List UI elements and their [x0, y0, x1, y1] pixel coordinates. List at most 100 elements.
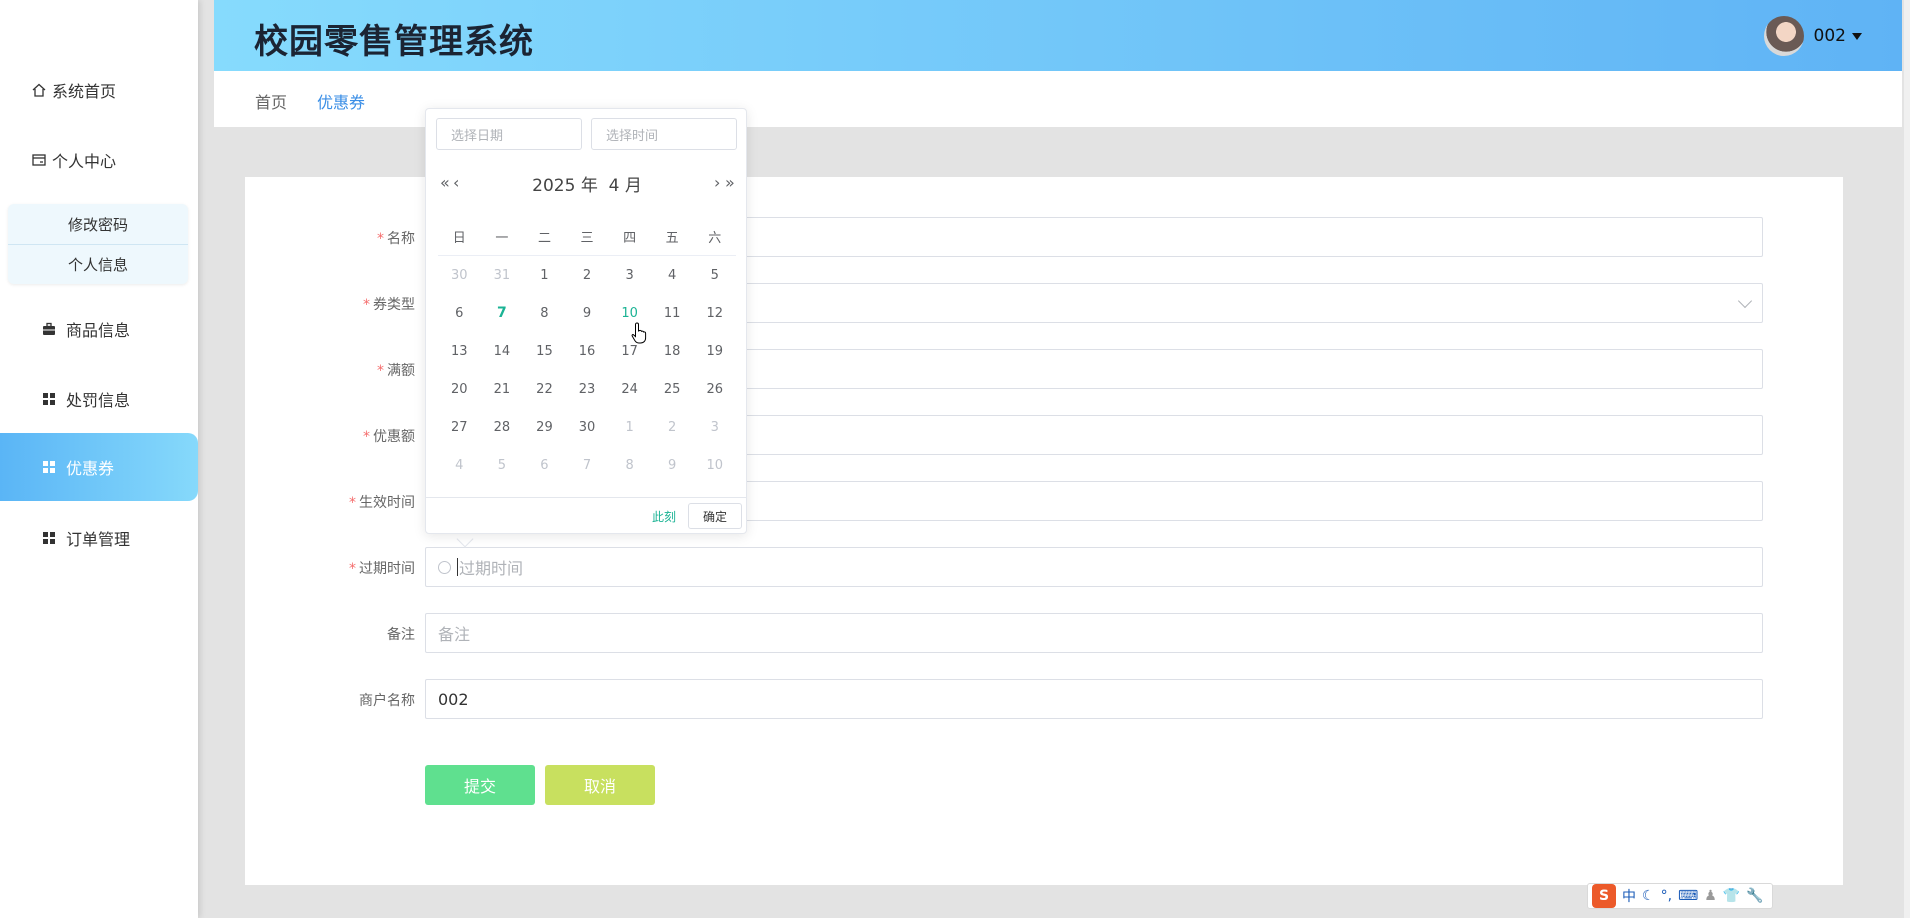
briefcase-icon: [42, 322, 56, 336]
personal-center-submenu: 修改密码 个人信息: [8, 204, 188, 284]
moon-icon[interactable]: ☾: [1642, 888, 1655, 904]
label-discount: * 优惠额: [363, 429, 415, 445]
calendar-day[interactable]: 10: [608, 306, 651, 321]
calendar-week-row: 6 7 8 9 10 11 12: [438, 294, 736, 332]
calendar-day[interactable]: 10: [693, 458, 736, 473]
now-button[interactable]: 此刻: [652, 508, 676, 525]
calendar-day[interactable]: 9: [651, 458, 694, 473]
next-year-button[interactable]: »: [725, 173, 735, 192]
calendar-day[interactable]: 22: [523, 382, 566, 397]
calendar-day[interactable]: 31: [481, 268, 524, 283]
picker-date-input[interactable]: 选择日期: [436, 118, 582, 150]
submenu-item-change-password[interactable]: 修改密码: [8, 204, 188, 244]
calendar-day[interactable]: 1: [608, 420, 651, 435]
date-picker-popover: 选择日期 选择时间 « ‹ 2025 年 4 月 › » 日一二三四五六 30 3…: [425, 108, 747, 534]
calendar-day[interactable]: 28: [481, 420, 524, 435]
calendar-day[interactable]: 15: [523, 344, 566, 359]
calendar-day[interactable]: 19: [693, 344, 736, 359]
calendar-day[interactable]: 18: [651, 344, 694, 359]
calendar-day[interactable]: 8: [608, 458, 651, 473]
label-remark: 备注: [387, 627, 415, 643]
calendar-day[interactable]: 11: [651, 306, 694, 321]
calendar-grid: 日一二三四五六 30 31 1 2 3 4 5 6 7 8 9 10 11 12 13 14 15 16 17 18 1…: [438, 218, 736, 484]
calendar-day[interactable]: 14: [481, 344, 524, 359]
breadcrumb-home[interactable]: 首页: [255, 89, 287, 113]
calendar-day[interactable]: 29: [523, 420, 566, 435]
sidebar-item-coupons[interactable]: 优惠券: [0, 433, 198, 501]
sidebar-item-home[interactable]: 系统首页: [0, 56, 198, 124]
calendar-day[interactable]: 21: [481, 382, 524, 397]
calendar-week-row: 30 31 1 2 3 4 5: [438, 256, 736, 294]
grid-icon: [42, 392, 56, 406]
calendar-day[interactable]: 5: [693, 268, 736, 283]
house-icon: [32, 83, 46, 97]
next-month-button[interactable]: ›: [714, 173, 720, 192]
calendar-day[interactable]: 23: [566, 382, 609, 397]
grid-icon: [42, 531, 56, 545]
calendar-day[interactable]: 12: [693, 306, 736, 321]
calendar-day[interactable]: 7: [566, 458, 609, 473]
sidebar-item-penalty[interactable]: 处罚信息: [0, 365, 198, 433]
sidebar: 系统首页 个人中心 修改密码 个人信息 商品信息 处罚信息 优惠券 订单管理: [0, 0, 198, 918]
calendar-day[interactable]: 25: [651, 382, 694, 397]
sidebar-item-orders[interactable]: 订单管理: [0, 504, 198, 572]
remark-placeholder: 备注: [438, 625, 471, 644]
submenu-item-profile[interactable]: 个人信息: [8, 244, 188, 284]
calendar-day[interactable]: 6: [523, 458, 566, 473]
calendar-day[interactable]: 6: [438, 306, 481, 321]
calendar-day[interactable]: 24: [608, 382, 651, 397]
sidebar-item-personal-center[interactable]: 个人中心: [0, 126, 198, 194]
calendar-day[interactable]: 3: [693, 420, 736, 435]
sidebar-item-label: 优惠券: [66, 459, 115, 478]
sidebar-item-label: 订单管理: [66, 530, 131, 549]
user-menu[interactable]: 002: [1763, 16, 1862, 56]
weekday-label: 四: [623, 231, 637, 246]
wrench-icon[interactable]: 🔧: [1746, 888, 1763, 904]
calendar-day[interactable]: 7: [481, 305, 524, 321]
vertical-scrollbar[interactable]: [1904, 0, 1910, 918]
picker-year[interactable]: 2025: [532, 176, 575, 196]
sidebar-item-products[interactable]: 商品信息: [0, 295, 198, 363]
ime-toolbar[interactable]: S 中 ☾ °, ⌨ ♟ 👕 🔧: [1587, 883, 1773, 909]
sidebar-item-label: 个人中心: [52, 152, 117, 171]
calendar-day[interactable]: 3: [608, 268, 651, 283]
calendar-day[interactable]: 27: [438, 420, 481, 435]
person-icon[interactable]: ♟: [1704, 888, 1717, 904]
calendar-week-row: 13 14 15 16 17 18 19: [438, 332, 736, 370]
calendar-day[interactable]: 2: [651, 420, 694, 435]
calendar-day[interactable]: 9: [566, 306, 609, 321]
punctuation-icon[interactable]: °,: [1661, 888, 1672, 904]
picker-time-input[interactable]: 选择时间: [591, 118, 737, 150]
merchant-name-input[interactable]: 002: [425, 679, 1763, 719]
label-min-amount: * 满额: [377, 363, 415, 379]
calendar-day[interactable]: 26: [693, 382, 736, 397]
calendar-day[interactable]: 4: [438, 458, 481, 473]
clock-icon: [438, 560, 451, 574]
calendar-body: 30 31 1 2 3 4 5 6 7 8 9 10 11 12 13 14 15 16 17 18 19 20 21 22 2…: [438, 256, 736, 484]
card-icon: [32, 153, 46, 167]
remark-input[interactable]: 备注: [425, 613, 1763, 653]
calendar-day[interactable]: 4: [651, 268, 694, 283]
calendar-day[interactable]: 16: [566, 344, 609, 359]
submit-button[interactable]: 提交: [425, 765, 535, 805]
calendar-day[interactable]: 30: [438, 268, 481, 283]
label-effective-time: * 生效时间: [349, 495, 415, 511]
label-coupon-type: * 券类型: [363, 297, 415, 313]
picker-month[interactable]: 4: [609, 176, 620, 196]
cancel-button[interactable]: 取消: [545, 765, 655, 805]
calendar-day[interactable]: 8: [523, 306, 566, 321]
picker-footer: 此刻 确定: [426, 497, 746, 533]
calendar-day[interactable]: 5: [481, 458, 524, 473]
calendar-day[interactable]: 20: [438, 382, 481, 397]
calendar-day[interactable]: 1: [523, 268, 566, 283]
confirm-button[interactable]: 确定: [688, 503, 742, 529]
ime-mode[interactable]: 中: [1622, 886, 1636, 906]
shirt-icon[interactable]: 👕: [1723, 888, 1740, 904]
label-expire-time: * 过期时间: [349, 561, 415, 577]
keyboard-icon[interactable]: ⌨: [1678, 888, 1698, 904]
calendar-day[interactable]: 13: [438, 344, 481, 359]
chevron-down-icon: [1737, 293, 1753, 309]
calendar-day[interactable]: 30: [566, 420, 609, 435]
calendar-day[interactable]: 2: [566, 268, 609, 283]
expire-time-input[interactable]: 过期时间: [425, 547, 1763, 587]
